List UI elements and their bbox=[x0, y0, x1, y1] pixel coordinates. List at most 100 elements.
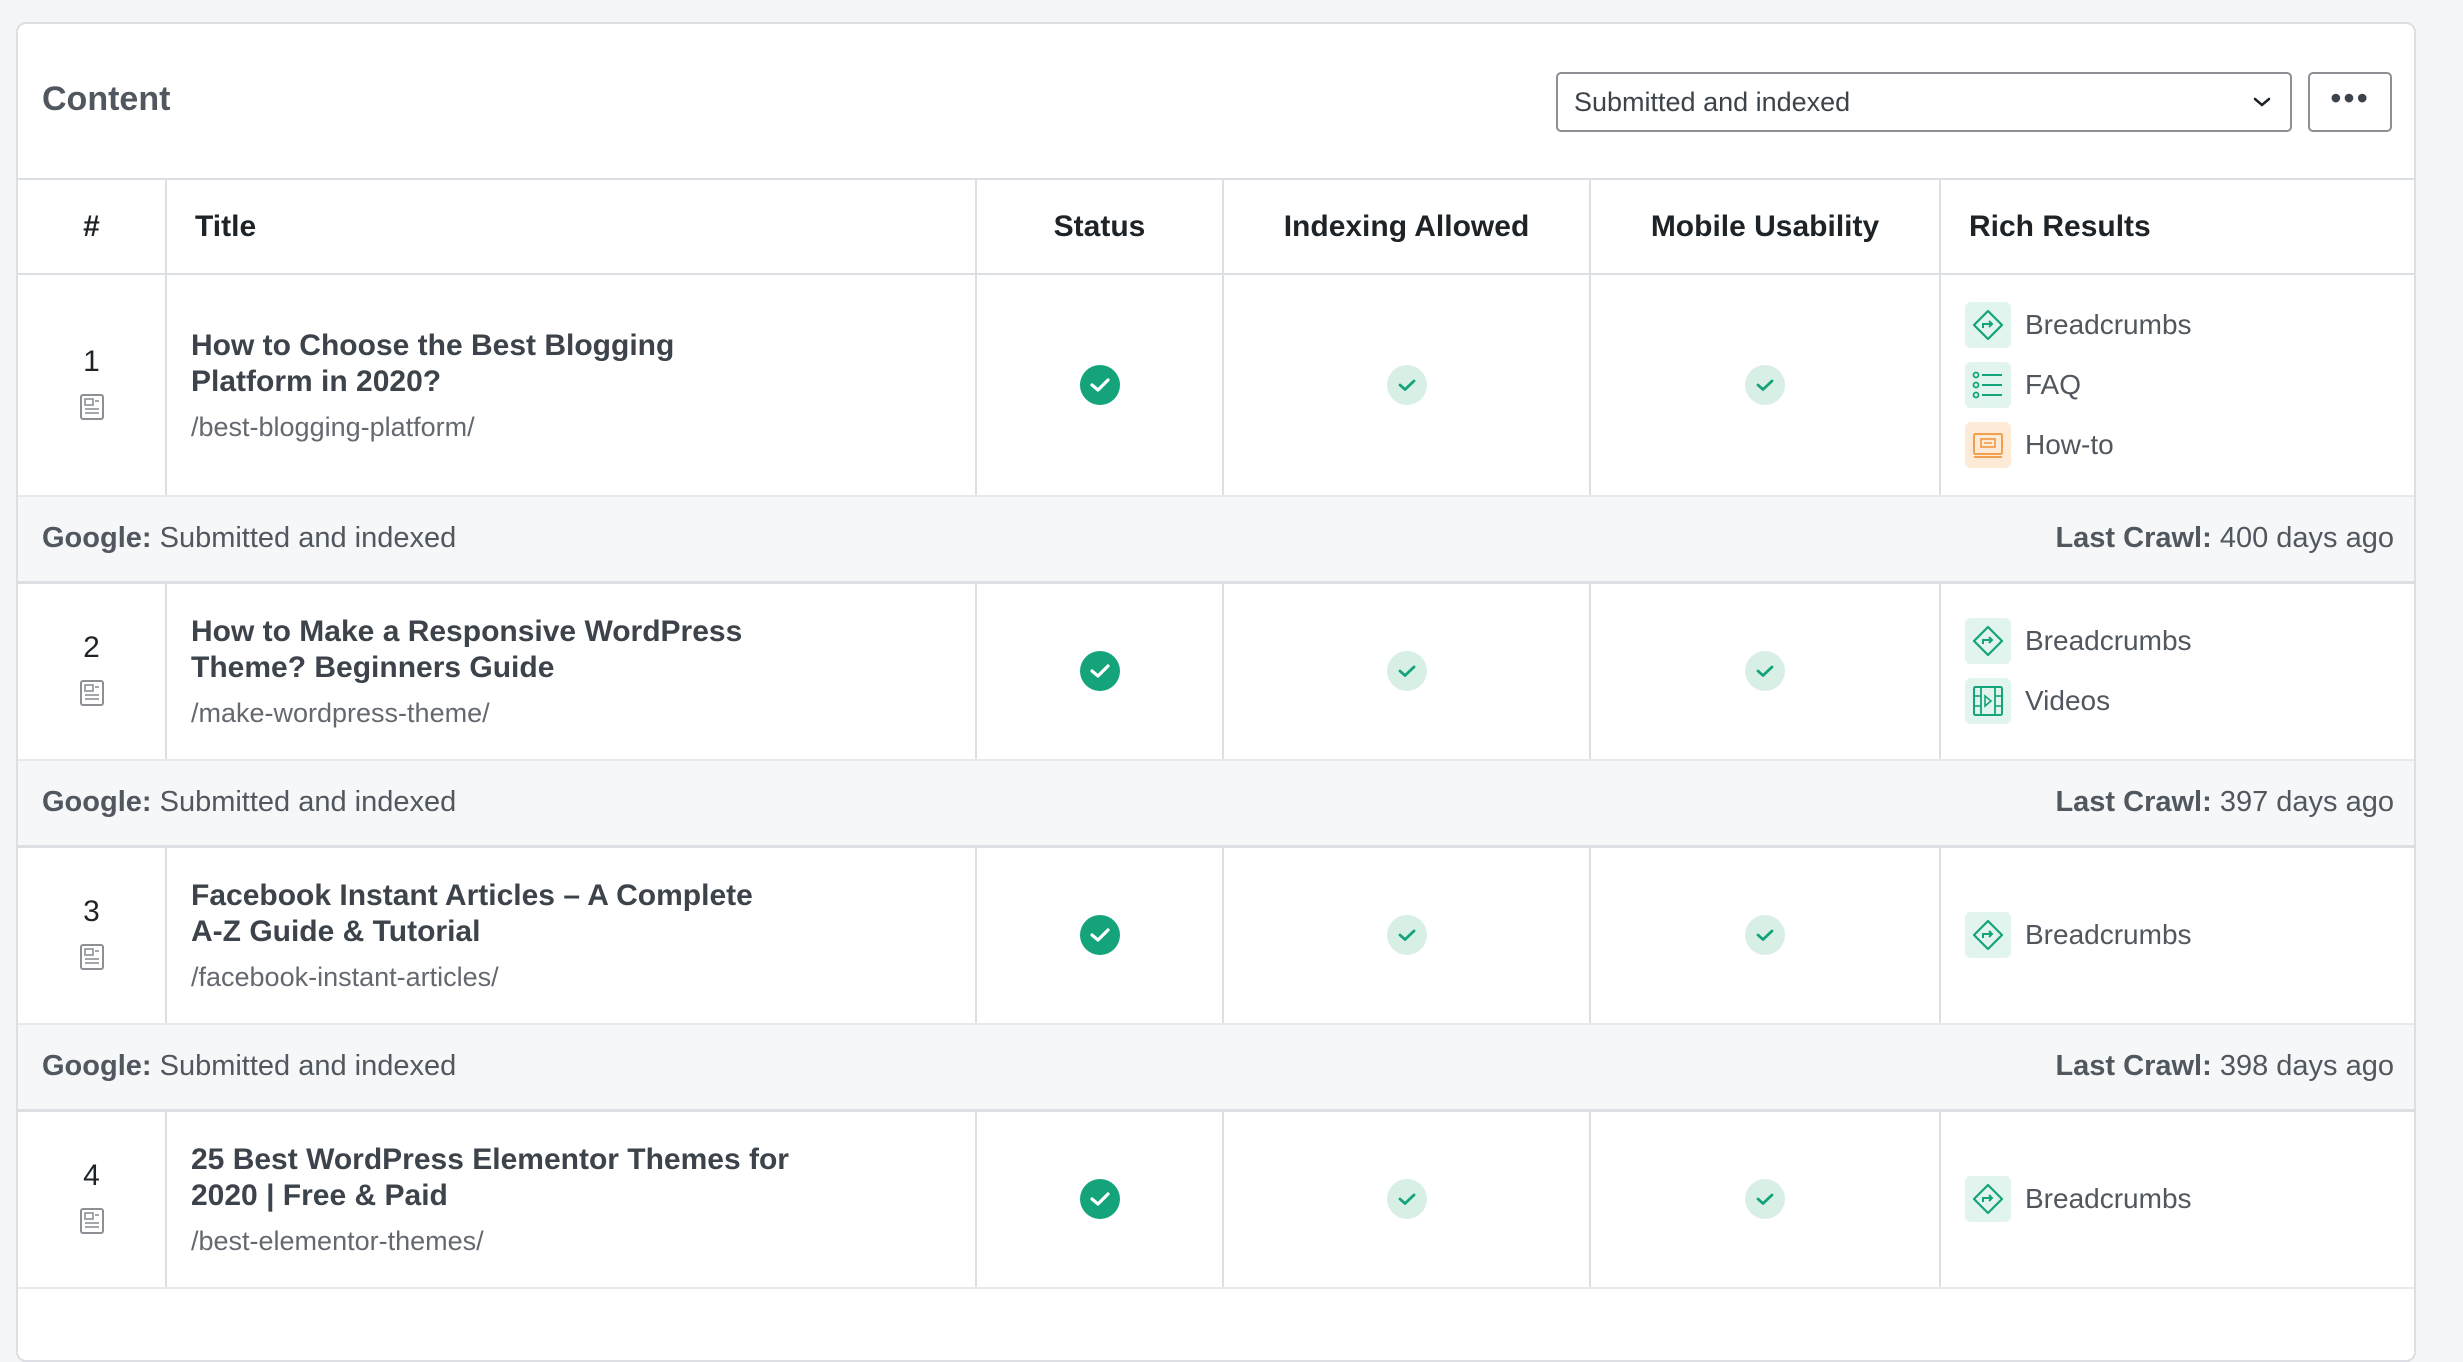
title-cell: How to Choose the Best Blogging Platform… bbox=[166, 274, 977, 497]
column-header-title[interactable]: Title bbox=[166, 180, 977, 275]
row-number: 2 bbox=[83, 630, 100, 664]
post-slug: /make-wordpress-theme/ bbox=[191, 697, 490, 728]
panel-title: Content bbox=[42, 80, 171, 118]
rich-result-item: Breadcrumbs bbox=[1965, 295, 2414, 355]
rich-result-item: FAQ bbox=[1965, 355, 2414, 415]
google-status-label: Google: bbox=[42, 1050, 152, 1083]
column-header-indexing[interactable]: Indexing Allowed bbox=[1223, 180, 1591, 275]
column-header-rich-results[interactable]: Rich Results bbox=[1940, 180, 2414, 275]
rich-result-label: Breadcrumbs bbox=[2025, 309, 2192, 340]
table-row: 2 How to Make a Responsive WordPress The… bbox=[18, 582, 2414, 761]
last-crawl: Last Crawl: 398 days ago bbox=[2055, 1050, 2394, 1083]
row-footer-cell: Google: Submitted and indexed Last Crawl… bbox=[18, 1024, 2414, 1112]
content-table: # Title Status Indexing Allowed Mobile U… bbox=[18, 180, 2414, 1289]
mobile-usability-cell bbox=[1590, 846, 1941, 1025]
faq-icon bbox=[1965, 362, 2011, 408]
title-cell: 25 Best WordPress Elementor Themes for 2… bbox=[166, 1110, 977, 1289]
indexing-allowed-cell bbox=[1223, 1110, 1591, 1289]
row-footer: Google: Submitted and indexed Last Crawl… bbox=[18, 496, 2414, 584]
mobile-usability-cell bbox=[1590, 274, 1941, 497]
row-number-cell: 1 bbox=[18, 274, 167, 497]
column-header-mobile[interactable]: Mobile Usability bbox=[1590, 180, 1941, 275]
google-status: Google: Submitted and indexed bbox=[42, 1050, 456, 1083]
check-icon bbox=[1386, 915, 1427, 956]
rich-result-label: Breadcrumbs bbox=[2025, 625, 2192, 657]
mobile-usability-cell bbox=[1590, 1110, 1941, 1289]
rich-result-item: Breadcrumbs bbox=[1965, 1169, 2414, 1229]
check-icon bbox=[1079, 915, 1120, 956]
column-header-status[interactable]: Status bbox=[976, 180, 1224, 275]
post-slug: /best-elementor-themes/ bbox=[191, 1225, 484, 1256]
column-header-num: # bbox=[18, 180, 167, 275]
rich-result-item: Breadcrumbs bbox=[1965, 905, 2414, 965]
rich-result-label: Breadcrumbs bbox=[2025, 1183, 2192, 1215]
last-crawl-value: 397 days ago bbox=[2219, 786, 2394, 819]
rich-result-label: How-to bbox=[2025, 429, 2114, 460]
last-crawl-label: Last Crawl: bbox=[2055, 522, 2212, 555]
check-icon bbox=[1745, 651, 1785, 692]
status-cell bbox=[976, 582, 1224, 761]
google-status: Google: Submitted and indexed bbox=[42, 522, 456, 555]
post-title-link[interactable]: 25 Best WordPress Elementor Themes for 2… bbox=[191, 1142, 791, 1214]
check-icon bbox=[1386, 365, 1427, 405]
mobile-usability-cell bbox=[1590, 582, 1941, 761]
filter-select-value: Submitted and indexed bbox=[1574, 87, 1851, 117]
videos-icon bbox=[1965, 678, 2011, 725]
check-icon bbox=[1079, 365, 1120, 405]
row-number: 4 bbox=[83, 1158, 100, 1192]
title-cell: How to Make a Responsive WordPress Theme… bbox=[166, 582, 977, 761]
rich-results-cell: Breadcrumbs bbox=[1940, 846, 2414, 1025]
check-icon bbox=[1745, 365, 1785, 405]
rich-results-cell: Breadcrumbs Videos bbox=[1940, 582, 2414, 761]
breadcrumbs-icon bbox=[1965, 1176, 2011, 1223]
rich-result-label: Breadcrumbs bbox=[2025, 919, 2192, 951]
check-icon bbox=[1079, 651, 1120, 692]
row-number-cell: 3 bbox=[18, 846, 167, 1025]
google-status-value: Submitted and indexed bbox=[159, 786, 457, 819]
post-title-link[interactable]: How to Make a Responsive WordPress Theme… bbox=[191, 614, 791, 686]
more-options-button[interactable]: ••• bbox=[2308, 72, 2392, 132]
chevron-down-icon bbox=[2250, 74, 2274, 130]
rich-result-label: Videos bbox=[2025, 685, 2111, 717]
check-icon bbox=[1745, 915, 1785, 956]
google-status: Google: Submitted and indexed bbox=[42, 786, 456, 819]
rich-result-item: Videos bbox=[1965, 671, 2414, 731]
rich-result-label: FAQ bbox=[2025, 369, 2082, 400]
post-slug: /facebook-instant-articles/ bbox=[191, 961, 499, 992]
content-panel: Content Submitted and indexed ••• # Titl… bbox=[16, 22, 2416, 1362]
row-footer-cell: Google: Submitted and indexed Last Crawl… bbox=[18, 496, 2414, 584]
status-filter-select[interactable]: Submitted and indexed bbox=[1556, 72, 2292, 132]
row-number-cell: 2 bbox=[18, 582, 167, 761]
last-crawl: Last Crawl: 400 days ago bbox=[2055, 522, 2394, 555]
table-body: 1 How to Choose the Best Blogging Platfo… bbox=[18, 274, 2414, 1289]
status-cell bbox=[976, 274, 1224, 497]
check-icon bbox=[1745, 1179, 1785, 1220]
check-icon bbox=[1386, 651, 1427, 692]
indexing-allowed-cell bbox=[1223, 274, 1591, 497]
post-slug: /best-blogging-platform/ bbox=[191, 411, 475, 442]
last-crawl-value: 398 days ago bbox=[2219, 1050, 2394, 1083]
rich-result-item: Breadcrumbs bbox=[1965, 611, 2414, 671]
row-footer-cell: Google: Submitted and indexed Last Crawl… bbox=[18, 760, 2414, 848]
post-title-link[interactable]: Facebook Instant Articles – A Complete A… bbox=[191, 878, 791, 950]
row-footer: Google: Submitted and indexed Last Crawl… bbox=[18, 1024, 2414, 1112]
row-footer: Google: Submitted and indexed Last Crawl… bbox=[18, 760, 2414, 848]
check-icon bbox=[1386, 1179, 1427, 1220]
row-number-cell: 4 bbox=[18, 1110, 167, 1289]
rich-results-cell: Breadcrumbs bbox=[1940, 1110, 2414, 1289]
rich-results-cell: Breadcrumbs FAQ How-to bbox=[1940, 274, 2414, 497]
check-icon bbox=[1079, 1179, 1120, 1220]
table-row: 3 Facebook Instant Articles – A Complete… bbox=[18, 846, 2414, 1025]
howto-icon bbox=[1965, 422, 2011, 468]
last-crawl-label: Last Crawl: bbox=[2055, 1050, 2212, 1083]
panel-header: Content Submitted and indexed ••• bbox=[18, 24, 2414, 180]
google-status-value: Submitted and indexed bbox=[159, 522, 457, 555]
breadcrumbs-icon bbox=[1965, 912, 2011, 959]
table-row: 1 How to Choose the Best Blogging Platfo… bbox=[18, 274, 2414, 497]
google-status-label: Google: bbox=[42, 522, 152, 555]
post-title-link[interactable]: How to Choose the Best Blogging Platform… bbox=[191, 328, 791, 400]
indexing-allowed-cell bbox=[1223, 846, 1591, 1025]
page-icon bbox=[79, 1207, 105, 1240]
row-number: 3 bbox=[83, 894, 100, 928]
page-icon bbox=[79, 679, 105, 712]
